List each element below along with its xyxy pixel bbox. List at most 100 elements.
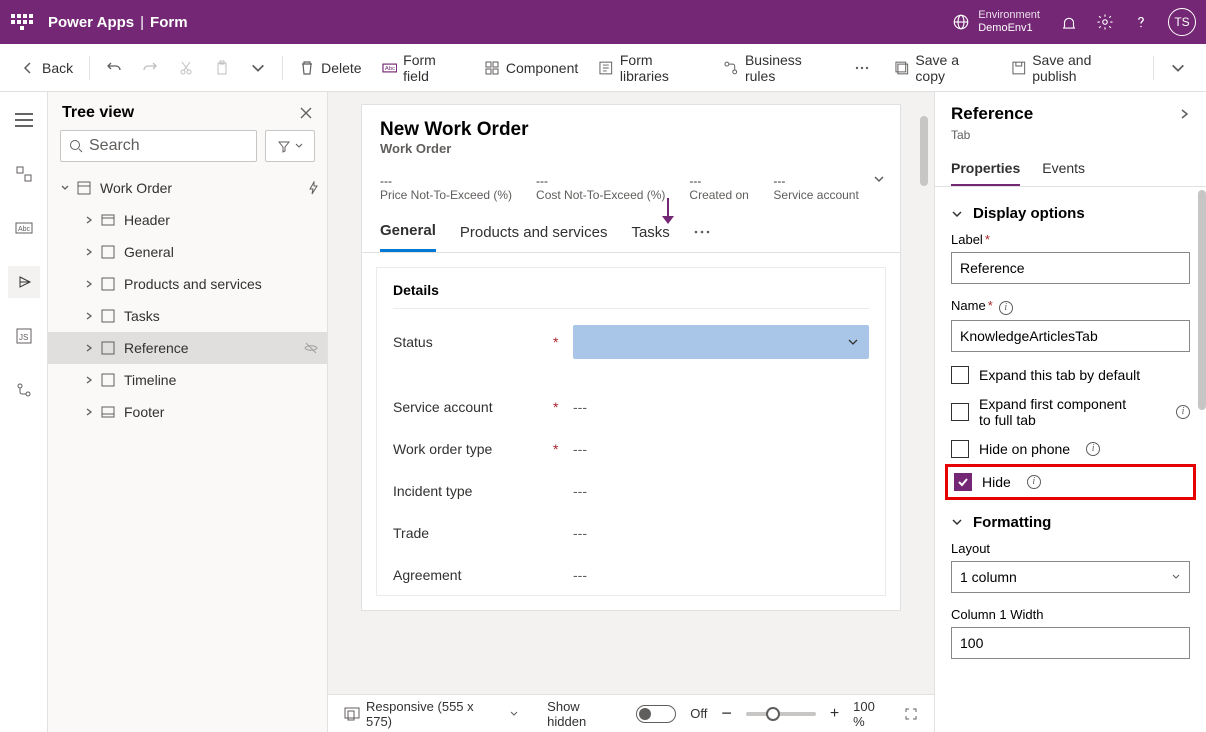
label-input[interactable] (951, 252, 1190, 284)
app-header: Power Apps|Form Environment DemoEnv1 TS (0, 0, 1206, 44)
field-status[interactable]: Status* (393, 325, 869, 359)
save-copy-button[interactable]: Save a copy (886, 46, 999, 90)
expand-full-checkbox[interactable]: Expand first component to full tabi (951, 396, 1190, 428)
scrollbar[interactable] (1198, 184, 1206, 724)
tree-title: Tree view (62, 104, 134, 122)
tree-item-timeline[interactable]: Timeline (48, 364, 327, 396)
save-publish-chevron[interactable] (1162, 54, 1194, 82)
help-icon[interactable] (1132, 13, 1150, 31)
svg-text:Abc: Abc (384, 65, 394, 71)
flow-rail-icon[interactable] (8, 374, 40, 406)
filter-button[interactable] (265, 130, 315, 162)
col-width-input[interactable] (951, 627, 1190, 659)
tree-root[interactable]: Work Order (48, 172, 327, 204)
tree-item-general[interactable]: General (48, 236, 327, 268)
js-rail-icon[interactable]: JS (8, 320, 40, 352)
toggle-state: Off (690, 706, 707, 721)
section-formatting[interactable]: Formatting (951, 514, 1190, 531)
scrollbar[interactable] (920, 104, 928, 694)
name-input[interactable] (951, 320, 1190, 352)
fit-icon[interactable] (904, 707, 918, 721)
environment-picker[interactable]: Environment DemoEnv1 (952, 9, 1040, 35)
property-panel: Reference Tab Properties Events Display … (934, 92, 1206, 732)
search-icon (69, 139, 83, 153)
save-publish-button[interactable]: Save and publish (1003, 46, 1145, 90)
back-button[interactable]: Back (12, 54, 81, 82)
fields-rail-icon[interactable]: Abc (8, 212, 40, 244)
undo-button[interactable] (98, 54, 130, 82)
field-agreement[interactable]: Agreement--- (393, 567, 869, 583)
user-avatar[interactable]: TS (1168, 8, 1196, 36)
left-rail: Abc JS (0, 92, 48, 732)
tree-panel: Tree view Search Work Order (48, 92, 328, 732)
tree-item-reference[interactable]: Reference (48, 332, 327, 364)
responsive-picker[interactable]: Responsive (555 x 575) (344, 699, 519, 729)
info-icon[interactable]: i (1176, 405, 1190, 419)
insertion-marker-icon (660, 198, 676, 226)
form-libraries-button[interactable]: Form libraries (590, 46, 711, 90)
business-rules-button[interactable]: Business rules (715, 46, 841, 90)
label-label: Label* (951, 232, 1190, 247)
hide-phone-checkbox[interactable]: Hide on phonei (951, 440, 1190, 458)
chevron-right-icon[interactable] (1178, 108, 1190, 120)
component-button[interactable]: Component (476, 54, 586, 82)
zoom-out-button[interactable]: − (721, 703, 732, 724)
paste-chevron[interactable] (242, 54, 274, 82)
app-launcher-icon[interactable] (10, 10, 34, 34)
col-width-label: Column 1 Width (951, 607, 1190, 622)
layout-select[interactable]: 1 column (951, 561, 1190, 593)
hide-checkbox[interactable]: Hidei (954, 473, 1187, 491)
form-preview[interactable]: New Work Order Work Order ---Price Not-T… (361, 104, 901, 611)
svg-text:JS: JS (19, 333, 28, 342)
search-input[interactable]: Search (60, 130, 257, 162)
zoom-in-button[interactable]: + (830, 705, 839, 723)
close-icon[interactable] (299, 106, 313, 120)
notifications-icon[interactable] (1060, 13, 1078, 31)
tab-overflow[interactable] (694, 220, 710, 244)
expand-default-checkbox[interactable]: Expand this tab by default (951, 366, 1190, 384)
prop-tab-events[interactable]: Events (1042, 152, 1085, 186)
prop-title: Reference (951, 104, 1033, 124)
tree-item-products[interactable]: Products and services (48, 268, 327, 300)
settings-icon[interactable] (1096, 13, 1114, 31)
delete-button[interactable]: Delete (291, 54, 369, 82)
show-hidden-toggle[interactable] (636, 705, 676, 723)
form-field-button[interactable]: AbcForm field (374, 46, 472, 90)
layout-label: Layout (951, 541, 1190, 556)
form-tabs: General Products and services Tasks (362, 212, 900, 253)
hamburger-icon[interactable] (8, 104, 40, 136)
lightning-icon[interactable] (307, 181, 319, 195)
chevron-down-icon (951, 516, 963, 528)
field-incident-type[interactable]: Incident type--- (393, 483, 869, 499)
zoom-slider[interactable] (746, 712, 816, 716)
field-trade[interactable]: Trade--- (393, 525, 869, 541)
redo-button[interactable] (134, 54, 166, 82)
tab-products[interactable]: Products and services (460, 214, 608, 251)
hidden-icon (303, 342, 319, 354)
overflow-button[interactable] (846, 54, 878, 82)
app-title: Power Apps|Form (48, 14, 188, 31)
tree-item-footer[interactable]: Footer (48, 396, 327, 428)
prop-type: Tab (935, 128, 1206, 152)
field-work-order-type[interactable]: Work order type*--- (393, 441, 869, 457)
tree-item-tasks[interactable]: Tasks (48, 300, 327, 332)
section-display-options[interactable]: Display options (951, 205, 1190, 222)
cut-button[interactable] (170, 54, 202, 82)
info-icon[interactable]: i (1027, 475, 1041, 489)
chevron-down-icon (951, 208, 963, 220)
tree-rail-icon[interactable] (8, 266, 40, 298)
prop-tab-properties[interactable]: Properties (951, 152, 1020, 186)
form-title: New Work Order (380, 119, 882, 141)
tree-item-header[interactable]: Header (48, 204, 327, 236)
svg-text:Abc: Abc (18, 226, 31, 233)
field-service-account[interactable]: Service account*--- (393, 399, 869, 415)
chevron-down-icon[interactable] (872, 172, 886, 186)
info-icon[interactable]: i (999, 301, 1013, 315)
paste-button[interactable] (206, 54, 238, 82)
chevron-down-icon (295, 142, 303, 150)
components-rail-icon[interactable] (8, 158, 40, 190)
globe-icon (952, 13, 970, 31)
info-icon[interactable]: i (1086, 442, 1100, 456)
section-title: Details (393, 282, 869, 309)
tab-general[interactable]: General (380, 212, 436, 252)
